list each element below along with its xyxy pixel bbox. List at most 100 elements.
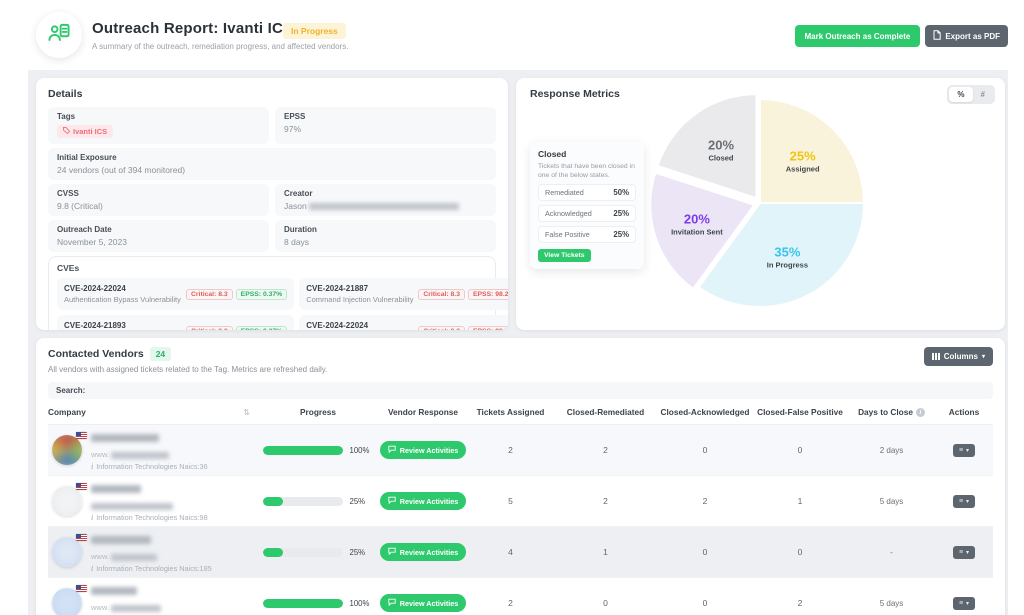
vendor-name-redacted[interactable] (91, 429, 208, 447)
export-pdf-button[interactable]: Export as PDF (925, 25, 1008, 47)
initial-exposure-field: Initial Exposure 24 vendors (out of 394 … (48, 148, 496, 180)
details-title: Details (48, 88, 496, 100)
response-metrics-panel: Response Metrics % # 25%Assigned35%In Pr… (516, 78, 1005, 330)
mark-complete-button[interactable]: Mark Outreach as Complete (795, 25, 921, 47)
table-row[interactable]: www. iInformation Technologies Naics:185… (48, 527, 993, 578)
status-badge: In Progress (283, 23, 346, 39)
pie-slice-label: Invitation Sent (671, 227, 723, 236)
row-actions-button[interactable]: ≡▾ (953, 444, 975, 457)
pie-slice-value: 20% (684, 211, 710, 226)
table-row[interactable]: www. iInformation Technologies Naics:241… (48, 578, 993, 615)
contacted-vendors-panel: Contacted Vendors 24 Columns ▾ All vendo… (36, 338, 1005, 615)
view-tickets-button[interactable]: View Tickets (538, 249, 591, 262)
cve-item[interactable]: CVE-2024-21887Command Injection Vulnerab… (299, 278, 508, 310)
review-activities-button[interactable]: Review Activities (380, 492, 466, 510)
country-flag-icon (76, 534, 87, 541)
creator-field: Creator Jason (275, 184, 496, 216)
industry-info-icon: i (91, 564, 93, 573)
epss-field: EPSS 97% (275, 107, 496, 144)
column-header-closed-acknowledged[interactable]: Closed-Acknowledged (658, 407, 752, 417)
epss-badge: EPSS: 0.37% (236, 326, 288, 331)
closed-false-positive-row: False Positive 25% (538, 226, 636, 243)
tickets-assigned-value: 5 (468, 496, 553, 506)
tags-field: Tags Ivanti ICS (48, 107, 269, 144)
row-actions-button[interactable]: ≡▾ (953, 597, 975, 610)
pie-slice-label: Closed (709, 153, 734, 162)
caret-down-icon: ▾ (982, 353, 985, 360)
column-header-tickets-assigned[interactable]: Tickets Assigned (468, 407, 553, 417)
cvss-field: CVSS 9.8 (Critical) (48, 184, 269, 216)
cve-item[interactable]: CVE-2024-21893Server-Side Request Forger… (57, 315, 294, 330)
progress-cell: 100% (258, 446, 378, 455)
closed-acknowledged-value: 0 (658, 598, 752, 608)
vendor-name-redacted[interactable] (91, 480, 208, 498)
review-activities-button[interactable]: Review Activities (380, 543, 466, 561)
column-header-actions: Actions (935, 407, 993, 417)
caret-down-icon: ▾ (966, 600, 969, 607)
pdf-document-icon (933, 30, 941, 42)
cve-code: CVE-2024-22024 (306, 321, 414, 330)
country-flag-icon (76, 432, 87, 439)
country-flag-icon (76, 585, 87, 592)
cve-code: CVE-2024-21893 (64, 321, 182, 330)
vendor-website[interactable]: www. (91, 552, 212, 561)
pie-slice-label: Assigned (786, 164, 820, 173)
vendor-logo (52, 486, 82, 516)
days-to-close-value: 2 days (848, 446, 935, 455)
progress-percent: 100% (350, 599, 374, 608)
column-header-vendor-response[interactable]: Vendor Response (378, 407, 468, 417)
column-header-progress[interactable]: Progress (258, 407, 378, 417)
progress-bar (263, 548, 343, 557)
vendor-name-redacted[interactable] (91, 531, 212, 549)
caret-down-icon: ▾ (966, 549, 969, 556)
cve-item[interactable]: CVE-2024-22024 Authentication Bypass Vuln… (57, 278, 294, 310)
cve-description: Authentication Bypass Vulnerability (64, 295, 181, 304)
column-header-days-to-close[interactable]: Days to Close i (848, 407, 935, 417)
column-header-closed-remediated[interactable]: Closed-Remediated (553, 407, 658, 417)
details-panel: Details Tags Ivanti ICS EPSS 97% (36, 78, 508, 330)
progress-bar (263, 446, 343, 455)
row-actions-button[interactable]: ≡▾ (953, 546, 975, 559)
vendor-logo (52, 588, 82, 615)
row-actions-button[interactable]: ≡▾ (953, 495, 975, 508)
closed-acknowledged-value: 0 (658, 547, 752, 557)
table-row[interactable]: iInformation Technologies Naics:9825%Rev… (48, 476, 993, 527)
menu-icon: ≡ (959, 447, 963, 454)
vendor-industry: iInformation Technologies Naics:36 (91, 462, 208, 471)
progress-percent: 25% (350, 548, 374, 557)
cve-code: CVE-2024-22024 (64, 284, 181, 293)
vendor-website[interactable]: www. (91, 450, 208, 459)
tag-chip[interactable]: Ivanti ICS (57, 125, 113, 138)
progress-bar (263, 599, 343, 608)
toggle-percent-button[interactable]: % (949, 87, 972, 102)
review-activities-button[interactable]: Review Activities (380, 594, 466, 612)
days-to-close-value: 5 days (848, 497, 935, 506)
vendor-website[interactable] (91, 501, 208, 510)
response-pie-chart[interactable]: 25%Assigned35%In Progress20%Invitation S… (640, 83, 880, 323)
redacted-creator-email (309, 203, 459, 210)
search-bar[interactable]: Search: (48, 382, 993, 399)
review-activities-button[interactable]: Review Activities (380, 441, 466, 459)
chat-bubble-icon (388, 547, 396, 557)
severity-badge: Critical: 8.3 (418, 289, 465, 300)
tag-icon (63, 127, 70, 136)
search-input[interactable] (91, 386, 985, 395)
closed-acknowledged-value: 2 (658, 496, 752, 506)
columns-button[interactable]: Columns ▾ (924, 347, 993, 366)
info-icon: i (916, 408, 925, 417)
toggle-count-button[interactable]: # (973, 87, 993, 102)
vendor-name-redacted[interactable] (91, 582, 208, 600)
table-row[interactable]: www. iInformation Technologies Naics:36 1… (48, 425, 993, 476)
column-header-closed-false-positive[interactable]: Closed-False Positive (752, 407, 848, 417)
epss-badge: EPSS: 0.37% (236, 289, 288, 300)
progress-percent: 100% (350, 446, 374, 455)
vendor-website[interactable]: www. (91, 603, 208, 612)
closed-tooltip-title: Closed (538, 149, 636, 159)
pie-slice-value: 35% (774, 245, 800, 260)
column-header-company[interactable]: Company ⇅ (48, 407, 258, 417)
outreach-report-icon (46, 20, 72, 51)
severity-badge: Critical: 8.3 (186, 326, 233, 331)
page-subtitle: A summary of the outreach, remediation p… (92, 42, 348, 51)
sort-icon[interactable]: ⇅ (243, 408, 250, 417)
cve-item[interactable]: CVE-2024-22024Privilege Escalation Vulne… (299, 315, 508, 330)
